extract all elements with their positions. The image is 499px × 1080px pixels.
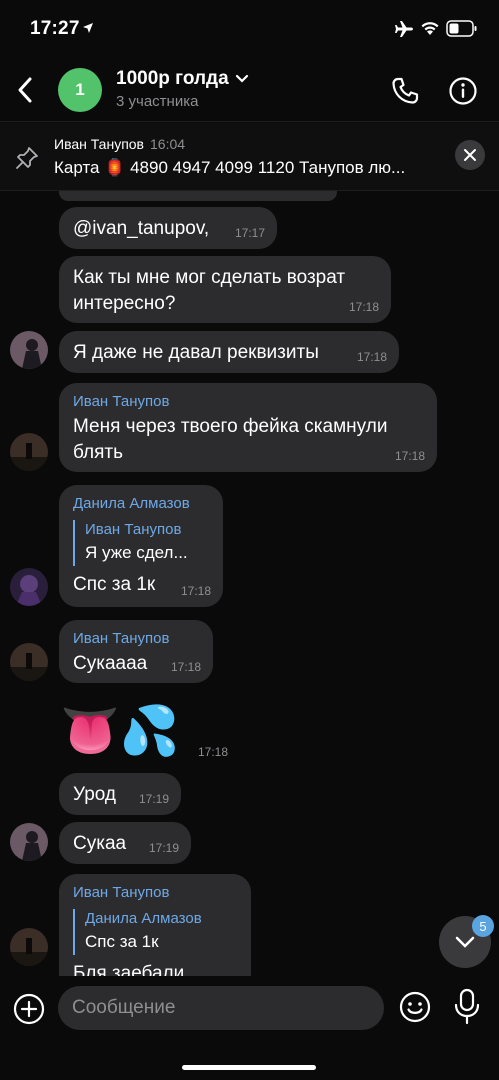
message-list[interactable]: @ivan_tanupov, 17:17 Как ты мне мог сдел… [0,191,499,976]
close-icon [464,149,476,161]
pinned-author: Иван Танупов 16:04 [54,136,185,152]
message-bubble[interactable] [59,191,337,201]
user-avatar-image [10,928,48,966]
message-bubble[interactable]: Урод 17:19 [59,773,181,815]
message-time: 17:19 [138,792,169,806]
wifi-icon [421,22,439,35]
message-text: Спс за 1к [73,574,156,595]
info-icon [449,77,477,105]
avatar[interactable] [10,331,48,369]
status-bar: 17:27 [0,0,499,60]
message-text: Как ты мне мог сделать возрат интересно? [73,267,346,314]
message-time: 17:18 [198,745,229,759]
message-text: Бля заебали [73,963,185,976]
message-bubble[interactable]: Иван Танупов Меня через твоего фейка ска… [59,383,437,472]
emoji-message[interactable]: 👅💦 17:18 [60,703,240,763]
group-avatar[interactable]: 1 [58,68,102,112]
pin-icon [16,147,38,169]
user-avatar-image [10,823,48,861]
avatar[interactable] [10,928,48,966]
message-time: 17:18 [356,350,387,364]
message-text: Сукаа [73,833,127,854]
message-time: 17:18 [180,584,211,598]
pinned-message-bar[interactable]: Иван Танупов 16:04 Карта 🏮 4890 4947 4099… [0,123,499,191]
message-time: 17:17 [234,226,265,240]
message-text: Я даже не давал реквизиты [73,342,319,363]
reply-text: Спс за 1к [85,932,159,951]
unpin-button[interactable] [455,140,485,170]
group-subtitle: 3 участника [116,93,199,110]
emoji-text: 👅💦 [60,703,180,759]
location-arrow-icon [83,23,93,33]
microphone-icon[interactable] [452,988,482,1026]
message-time: 17:18 [348,300,379,314]
emoji-icon[interactable] [398,990,432,1024]
reply-quote[interactable]: Иван Танупов Я уже сдел... [73,520,209,566]
reply-quote[interactable]: Данила Алмазов Спс за 1к [73,909,237,955]
message-time: 17:19 [148,841,179,855]
pinned-time: 16:04 [150,136,186,152]
avatar[interactable] [10,433,48,471]
group-title: 1000р голда [116,68,229,89]
pinned-author-name: Иван Танупов [54,136,144,152]
message-text: Урод [73,784,117,805]
add-attachment-icon[interactable] [12,992,46,1026]
message-bubble[interactable]: Данила Алмазов Иван Танупов Я уже сдел..… [59,485,223,607]
home-indicator [182,1065,316,1070]
sender-name[interactable]: Иван Танупов [73,629,199,649]
status-time: 17:27 [30,18,80,39]
message-bubble[interactable]: Иван Танупов Сукаааа 17:18 [59,620,213,683]
message-time: 17:18 [170,660,201,674]
reply-text: Я уже сдел... [85,543,188,562]
message-text: Сукаааа [73,653,148,674]
reply-author: Иван Танупов [85,521,182,538]
user-avatar-image [10,331,48,369]
message-bubble[interactable]: Как ты мне мог сделать возрат интересно?… [59,256,391,323]
group-title-button[interactable]: 1000р голда [116,68,249,90]
message-text: Меня через твоего фейка скамнули блять [73,416,388,463]
battery-icon [446,20,477,37]
user-avatar-image [10,568,48,606]
back-button[interactable] [10,70,40,110]
chevron-down-icon [455,936,475,948]
chevron-left-icon [18,77,32,103]
chat-header: 1 1000р голда 3 участника [0,60,499,122]
user-avatar-image [10,433,48,471]
avatar[interactable] [10,568,48,606]
sender-name[interactable]: Данила Алмазов [73,494,209,514]
avatar[interactable] [10,823,48,861]
message-text[interactable]: @ivan_tanupov, [73,218,209,239]
info-button[interactable] [446,74,480,108]
unread-badge: 5 [472,915,494,937]
sender-name[interactable]: Иван Танупов [73,392,423,412]
call-button[interactable] [388,74,422,108]
message-time: 17:18 [394,449,425,463]
user-avatar-image [10,643,48,681]
message-bubble[interactable]: Я даже не давал реквизиты 17:18 [59,331,399,373]
phone-icon [392,77,419,104]
message-bubble[interactable]: @ivan_tanupov, 17:17 [59,207,277,249]
pinned-text: Карта 🏮 4890 4947 4099 1120 Танупов лю..… [54,158,406,177]
input-bar [0,976,499,1080]
sender-name[interactable]: Иван Танупов [73,883,237,903]
avatar[interactable] [10,643,48,681]
message-bubble[interactable]: Сукаа 17:19 [59,822,191,864]
airplane-icon [395,21,413,37]
chevron-down-icon [235,74,248,83]
reply-author: Данила Алмазов [85,910,202,927]
message-bubble[interactable]: Иван Танупов Данила Алмазов Спс за 1к Бл… [59,874,251,976]
message-input[interactable] [58,986,384,1030]
